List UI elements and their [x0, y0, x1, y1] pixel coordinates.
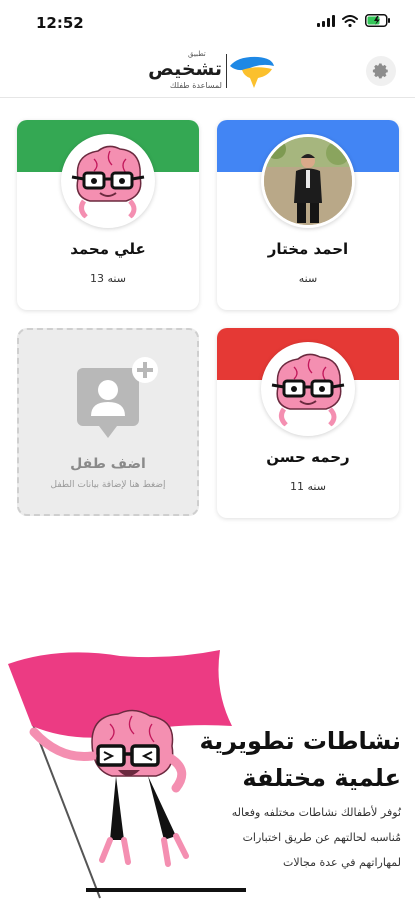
- status-icons: [317, 14, 391, 27]
- status-bar: 12:52: [0, 0, 415, 46]
- add-child-card[interactable]: اضف طفل إضغط هنا لإضافة بيانات الطفل: [17, 328, 199, 516]
- promo-mascot-flag-illustration: [8, 650, 246, 899]
- logo-tagline: لمساعدة طفلك: [169, 81, 222, 90]
- photo-avatar: [261, 134, 355, 228]
- app-header: تطبيق تشخيص لمساعدة طفلك: [0, 46, 415, 98]
- logo-divider: [226, 54, 227, 88]
- child-card-ahmed[interactable]: احمد مختار سنه: [217, 120, 399, 310]
- child-age: 13 سنه: [90, 272, 126, 285]
- logo-mark-icon: [230, 56, 274, 88]
- app-logo: تطبيق تشخيص لمساعدة طفلك: [140, 48, 280, 94]
- add-person-icon: [77, 357, 158, 438]
- logo-prefix: تطبيق: [188, 50, 206, 58]
- signal-icon: [317, 14, 335, 27]
- child-card-rahma[interactable]: رحمه حسن 11 سنه: [217, 328, 399, 518]
- child-age: سنه: [298, 272, 318, 285]
- child-age: 11 سنه: [290, 480, 326, 493]
- add-child-subtitle: إضغط هنا لإضافة بيانات الطفل: [50, 480, 166, 490]
- status-time: 12:52: [36, 14, 84, 32]
- child-card-ali[interactable]: علي محمد 13 سنه: [17, 120, 199, 310]
- brain-mascot-icon: [264, 345, 352, 433]
- brain-mascot-avatar: [61, 134, 155, 228]
- child-name: علي محمد: [70, 240, 146, 258]
- promo-title-line2: علمية مختلفة: [242, 764, 401, 792]
- logo-app-name: تشخيص: [148, 58, 222, 80]
- battery-charging-icon: [365, 14, 390, 27]
- promo-title-line1: نشاطات تطويرية: [199, 727, 401, 755]
- person-photo: [264, 137, 352, 225]
- child-name: احمد مختار: [267, 240, 349, 258]
- gear-icon: [372, 63, 388, 79]
- wifi-icon: [342, 14, 358, 27]
- promo-description: نُوفر لأطفالك نشاطات مختلفه وفعاله مُناس…: [231, 806, 401, 869]
- settings-button[interactable]: [366, 56, 396, 86]
- brain-mascot-avatar: [261, 342, 355, 436]
- add-child-title: اضف طفل: [70, 456, 146, 472]
- brain-mascot-icon: [64, 137, 152, 225]
- child-name: رحمه حسن: [266, 448, 350, 466]
